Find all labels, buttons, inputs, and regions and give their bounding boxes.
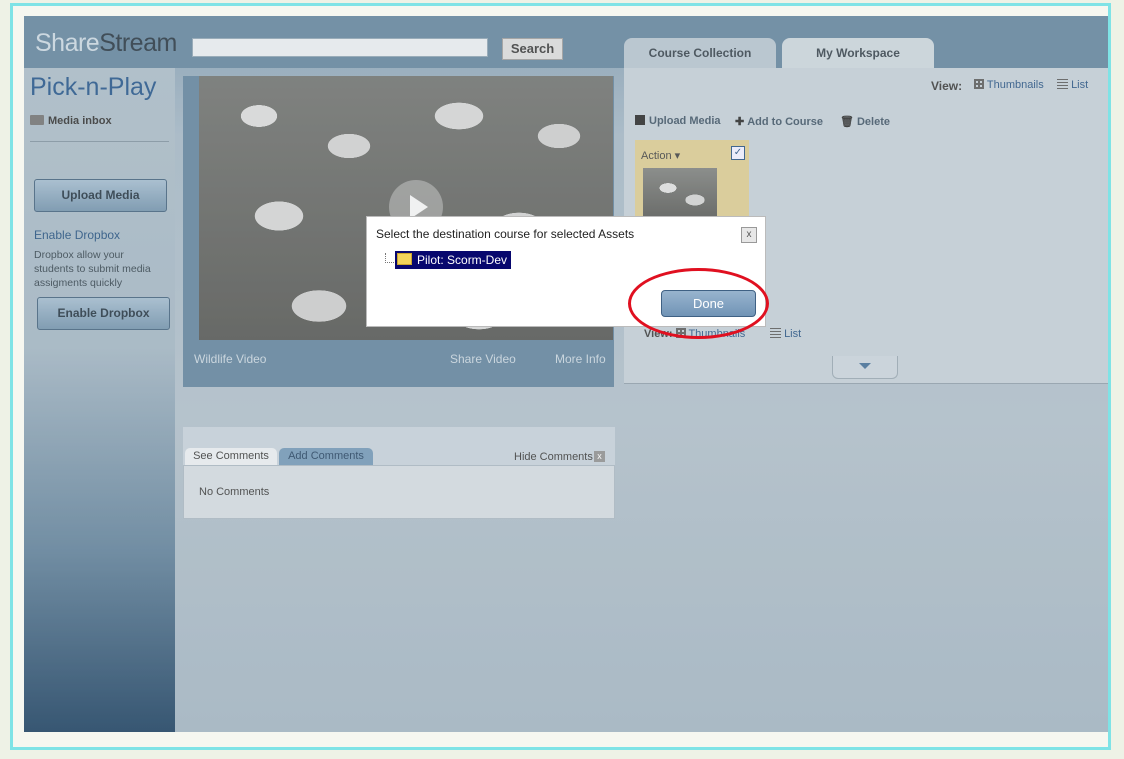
tree-item-label: Pilot: Scorm-Dev (417, 253, 508, 267)
app: ShareStream Search Course Collection My … (24, 16, 1108, 732)
dialog-title: Select the destination course for select… (376, 227, 635, 241)
close-icon[interactable]: x (741, 227, 757, 243)
tree-connector (385, 253, 394, 263)
highlight-annotation (628, 268, 769, 339)
modal-overlay (24, 16, 1108, 732)
folder-icon (397, 253, 412, 265)
tree-item-course[interactable]: Pilot: Scorm-Dev (395, 251, 512, 269)
